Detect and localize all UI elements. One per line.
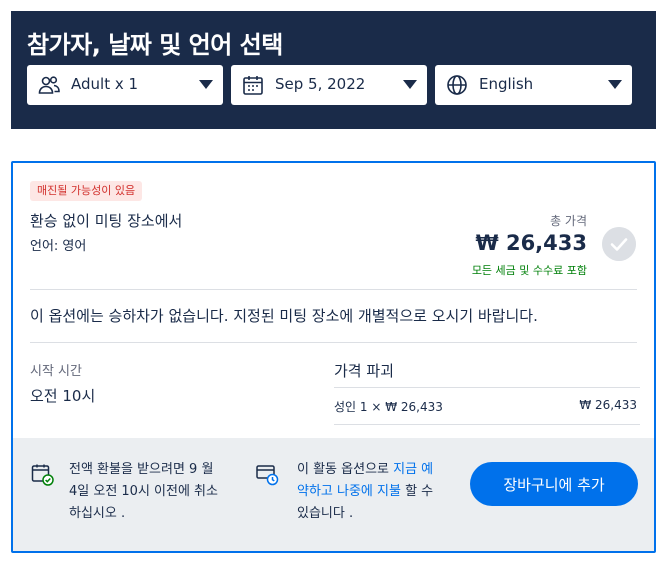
price-breakdown-title: 가격 파괴 <box>334 362 394 380</box>
reserve-now-link[interactable]: 약하고 나중에 지불 <box>297 484 401 499</box>
date-select[interactable]: Sep 5, 2022 <box>231 65 427 105</box>
total-price: ₩ 26,433 <box>475 231 587 255</box>
add-to-cart-button[interactable]: 장바구니에 추가 <box>470 462 638 506</box>
divider <box>30 342 637 343</box>
participants-label: Adult x 1 <box>71 75 139 93</box>
option-language: 언어: 영어 <box>30 239 87 254</box>
total-price-label: 총 가격 <box>550 214 587 228</box>
reserve-notice: 이 활동 옵션으로 지금 예 약하고 나중에 지불 할 수 있습니다 . <box>297 462 434 521</box>
selection-header: 참가자, 날짜 및 언어 선택 Adult x 1 Sep 5, 2022 En… <box>11 11 656 129</box>
calendar-check-icon <box>31 464 54 486</box>
card-clock-icon <box>256 465 279 486</box>
language-label: English <box>479 75 534 93</box>
card-footer: 전액 환불을 받으려면 9 월 4일 오전 10시 이전에 취소 하십시오 . … <box>13 438 654 551</box>
refund-notice: 전액 환불을 받으려면 9 월 4일 오전 10시 이전에 취소 하십시오 . <box>69 462 218 521</box>
option-title: 환승 없이 미팅 장소에서 <box>30 212 183 230</box>
price-included-note: 모든 세금 및 수수료 포함 <box>471 264 587 277</box>
page-title: 참가자, 날짜 및 언어 선택 <box>27 31 283 59</box>
option-card[interactable]: 매진될 가능성이 있음 환승 없이 미팅 장소에서 언어: 영어 총 가격 ₩ … <box>11 161 656 553</box>
calendar-icon <box>243 76 263 95</box>
chevron-down-icon <box>403 80 417 89</box>
breakdown-row-value: ₩ 26,433 <box>579 398 637 412</box>
start-time-label: 시작 시간 <box>30 364 82 379</box>
start-time-value: 오전 10시 <box>30 387 96 405</box>
breakdown-row-label: 성인 1 × ₩ 26,433 <box>334 400 443 414</box>
status-badge: 매진될 가능성이 있음 <box>30 181 143 201</box>
globe-icon <box>447 75 467 95</box>
date-label: Sep 5, 2022 <box>275 75 366 93</box>
reserve-now-link[interactable]: 지금 예 <box>393 462 433 477</box>
divider <box>30 289 637 290</box>
chevron-down-icon <box>199 80 213 89</box>
chevron-down-icon <box>608 80 622 89</box>
option-description: 이 옵션에는 승하차가 없습니다. 지정된 미팅 장소에 개별적으로 오시기 바… <box>30 307 538 325</box>
check-icon[interactable] <box>602 227 636 261</box>
divider <box>334 424 640 425</box>
people-icon <box>38 76 60 94</box>
participants-select[interactable]: Adult x 1 <box>27 65 223 105</box>
divider <box>334 387 640 388</box>
language-select[interactable]: English <box>435 65 632 105</box>
